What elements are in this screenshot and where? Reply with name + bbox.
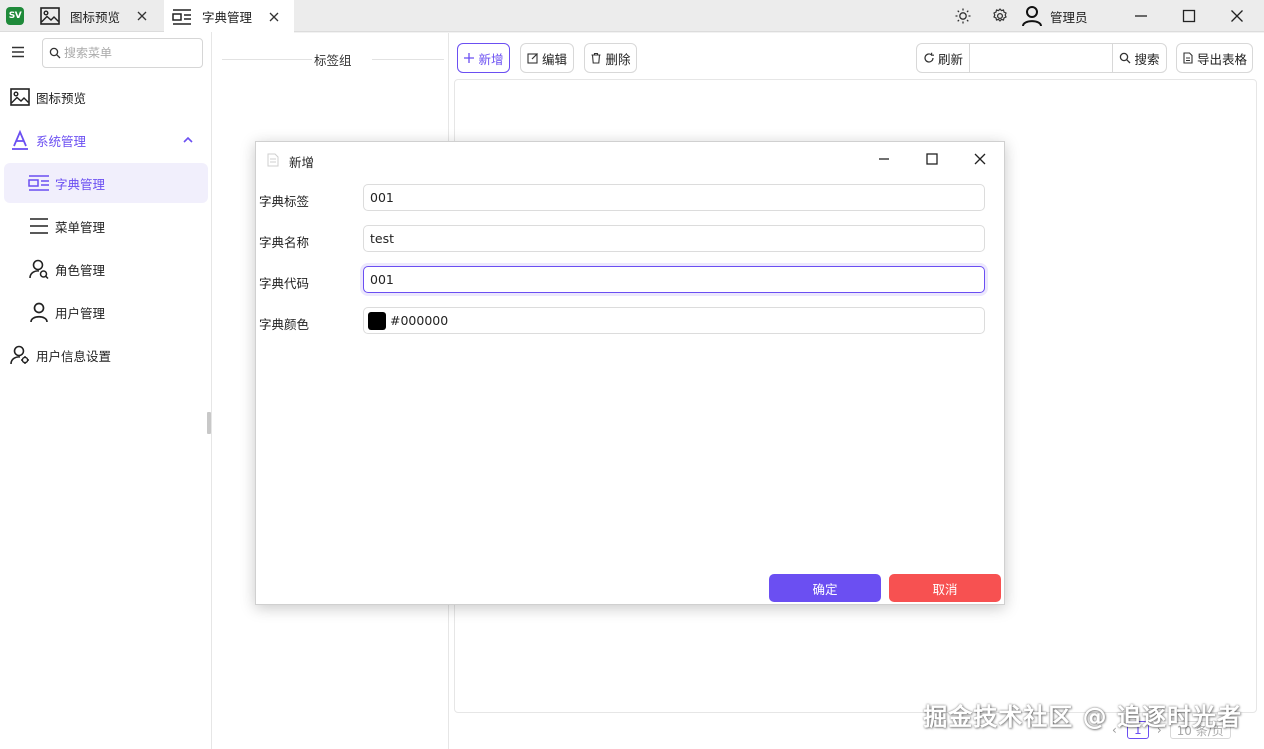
search-button[interactable]: 搜索 [1112, 43, 1167, 73]
letter-a-icon [12, 129, 28, 150]
sidebar-item-role-management[interactable]: 角色管理 [4, 249, 208, 289]
sidebar-item-label: 用户管理 [55, 305, 106, 321]
table-search-input[interactable] [970, 44, 1112, 72]
add-dialog: 新增 字典标签 字典名称 字典代码 字典颜色 #000000 确定 取消 [255, 141, 1005, 605]
document-icon [267, 153, 279, 167]
form-row-dict-label: 字典标签 [256, 184, 1004, 212]
sidebar-item-menu-management[interactable]: 菜单管理 [4, 206, 208, 246]
dictionary-icon [172, 8, 191, 25]
dialog-title: 新增 [289, 155, 315, 170]
form-row-dict-code: 字典代码 [256, 266, 1004, 294]
close-icon[interactable] [136, 10, 148, 22]
chevron-up-icon[interactable] [182, 134, 194, 146]
user-icon [1022, 6, 1042, 27]
close-icon[interactable] [973, 152, 987, 166]
role-icon [29, 259, 49, 280]
dict-color-picker[interactable]: #000000 [363, 307, 985, 334]
dictionary-icon [28, 175, 49, 191]
hamburger-menu-icon[interactable] [11, 46, 25, 58]
field-label: 字典名称 [259, 235, 310, 250]
search-icon [1120, 52, 1131, 64]
color-swatch[interactable] [368, 311, 386, 330]
tab-label: 图标预览 [70, 9, 121, 25]
sidebar-item-label: 字典管理 [55, 176, 106, 192]
field-label: 字典代码 [259, 276, 310, 291]
dict-code-input[interactable] [363, 266, 985, 293]
tab-dictionary[interactable]: 字典管理 [164, 0, 294, 33]
close-icon[interactable] [268, 11, 280, 23]
app-logo: SV [6, 7, 24, 25]
cancel-button[interactable]: 取消 [889, 574, 1001, 602]
divider [372, 59, 444, 60]
sidebar-item-label: 用户信息设置 [36, 348, 112, 364]
maximize-icon[interactable] [925, 152, 939, 166]
search-icon [49, 47, 61, 59]
sidebar-item-icon-preview[interactable]: 图标预览 [4, 77, 208, 117]
export-table-button[interactable]: 导出表格 [1176, 43, 1253, 73]
minimize-icon[interactable] [877, 152, 891, 166]
add-button[interactable]: 新增 [457, 43, 510, 73]
edit-icon [527, 53, 538, 64]
image-icon [40, 7, 60, 25]
sidebar-item-system-management[interactable]: 系统管理 [4, 120, 208, 160]
export-file-icon [1183, 52, 1193, 64]
sidebar-item-user-management[interactable]: 用户管理 [4, 292, 208, 332]
form-row-dict-name: 字典名称 [256, 225, 1004, 253]
watermark: 掘金技术社区 @ 追逐时光者 [923, 703, 1242, 731]
sidebar-item-user-settings[interactable]: 用户信息设置 [4, 335, 208, 375]
refresh-icon [924, 52, 934, 63]
refresh-button[interactable]: 刷新 [916, 43, 970, 73]
search-input[interactable] [64, 46, 194, 60]
sidebar-resize-handle[interactable] [207, 412, 211, 434]
field-label: 字典标签 [259, 194, 310, 209]
tab-label: 字典管理 [202, 10, 253, 25]
sidebar: 图标预览 系统管理 字典管理 菜单管理 角色管理 用户管理 用户信息设置 [0, 32, 212, 749]
form-row-dict-color: 字典颜色 #000000 [256, 307, 1004, 335]
maximize-icon[interactable] [1181, 8, 1197, 24]
dict-label-input[interactable] [363, 184, 985, 211]
dialog-header: 新增 [256, 142, 1004, 176]
sidebar-item-dictionary[interactable]: 字典管理 [4, 163, 208, 203]
edit-button[interactable]: 编辑 [520, 43, 574, 73]
dict-name-input[interactable] [363, 225, 985, 252]
user-icon [30, 302, 48, 323]
sidebar-item-label: 系统管理 [36, 133, 87, 149]
color-value: #000000 [390, 313, 449, 328]
theme-sun-icon[interactable] [954, 7, 972, 25]
field-label: 字典颜色 [259, 317, 310, 332]
settings-gear-icon[interactable] [991, 7, 1009, 25]
sidebar-item-label: 菜单管理 [55, 219, 106, 235]
tag-group-title: 标签组 [314, 53, 352, 68]
user-settings-icon [10, 345, 29, 365]
delete-button[interactable]: 删除 [584, 43, 637, 73]
user-name: 管理员 [1050, 9, 1088, 25]
confirm-button[interactable]: 确定 [769, 574, 881, 602]
sidebar-item-label: 图标预览 [36, 90, 87, 106]
title-bar: SV 图标预览 字典管理 管理员 [0, 0, 1264, 33]
image-icon [10, 88, 30, 106]
menu-search[interactable] [42, 38, 203, 68]
minimize-icon[interactable] [1133, 8, 1149, 24]
plus-icon [464, 53, 475, 63]
close-icon[interactable] [1229, 8, 1245, 24]
user-menu[interactable]: 管理员 [1020, 3, 1088, 29]
menu-lines-icon [30, 218, 48, 234]
divider [222, 59, 312, 60]
tab-icon-preview[interactable]: 图标预览 [40, 0, 158, 32]
sidebar-item-label: 角色管理 [55, 262, 106, 278]
trash-icon [591, 52, 601, 64]
table-search[interactable] [970, 43, 1112, 73]
